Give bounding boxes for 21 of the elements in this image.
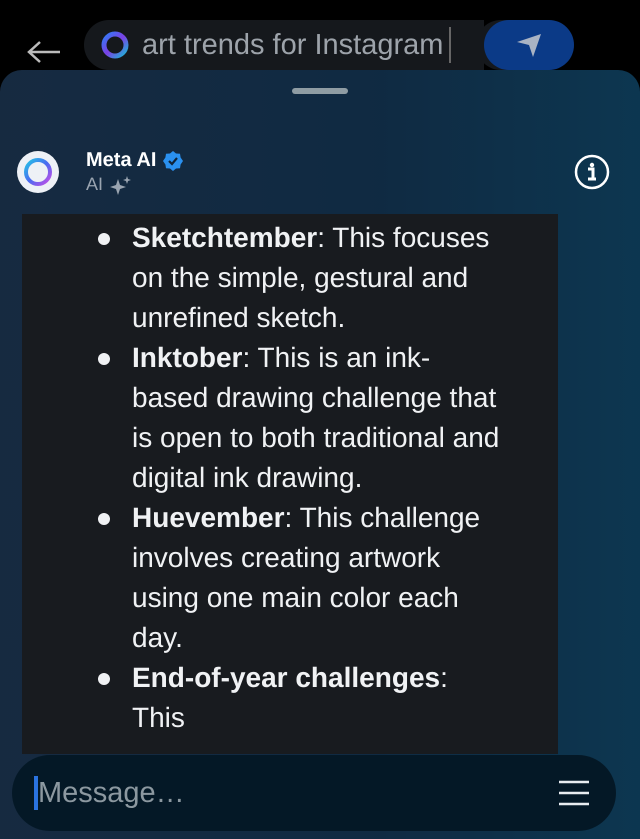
drag-handle[interactable] — [292, 88, 348, 94]
list-item-text: Sketchtember: This focuses on the simple, gestural and unrefined sketch. — [132, 221, 490, 335]
send-button[interactable] — [484, 20, 574, 70]
list-item-text: Huevember: This challenge involves creating artwork using one main color each day. — [132, 501, 482, 655]
bullet-icon — [98, 513, 110, 525]
bullet-icon — [98, 353, 110, 365]
chat-name: Meta AI — [86, 149, 156, 172]
search-field[interactable]: art trends for Instagram — [84, 20, 484, 70]
info-icon[interactable] — [574, 154, 610, 190]
menu-icon[interactable] — [558, 779, 590, 807]
list-item-text: End-of-year challenges: This — [132, 661, 449, 735]
back-icon[interactable] — [26, 40, 62, 64]
bullet-icon — [98, 233, 110, 245]
sparkle-icon — [109, 174, 134, 194]
list-item-text: Inktober: This is an ink-based drawing challenge that is open to both traditional and digital ink drawing. — [132, 341, 500, 495]
ring-icon — [100, 30, 130, 60]
chat-subtitle: AI — [86, 174, 104, 195]
avatar-icon — [16, 150, 60, 194]
message-field[interactable]: Message… — [38, 776, 558, 810]
message-bar[interactable]: Message… — [12, 755, 616, 831]
bullet-icon — [98, 673, 110, 685]
